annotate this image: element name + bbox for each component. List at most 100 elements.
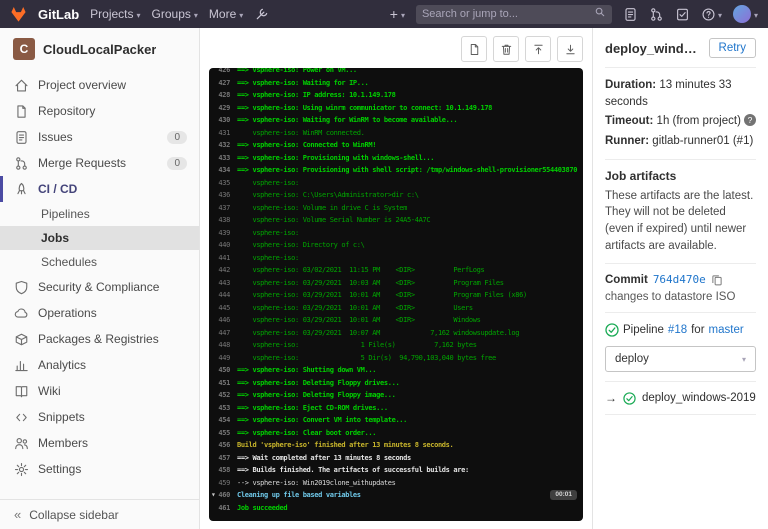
timeout-help-icon[interactable] [744, 114, 756, 126]
line-number-link[interactable]: 455 [209, 427, 237, 440]
home-icon [14, 78, 29, 93]
count-badge: 0 [167, 131, 187, 144]
pipeline-id-link[interactable]: #18 [668, 322, 687, 338]
scroll-bottom-button[interactable] [557, 36, 583, 62]
line-number-link[interactable]: 448 [209, 339, 237, 352]
line-number-link[interactable]: 443 [209, 277, 237, 290]
search-box[interactable] [416, 5, 612, 24]
line-number-link[interactable]: 450 [209, 364, 237, 377]
erase-log-button[interactable] [493, 36, 519, 62]
nav-more-label: More [209, 7, 236, 21]
line-number-link[interactable]: 451 [209, 377, 237, 390]
shield-icon [14, 280, 29, 295]
new-menu-button[interactable] [390, 7, 405, 22]
line-number-link[interactable]: 426 [209, 68, 237, 77]
line-number-link[interactable]: 454 [209, 414, 237, 427]
line-number-link[interactable]: 431 [209, 127, 237, 140]
sidebar-item-merge-requests[interactable]: Merge Requests0 [0, 150, 199, 176]
line-number-link[interactable]: 436 [209, 189, 237, 202]
line-number-link[interactable]: 430 [209, 114, 237, 127]
line-number-link[interactable]: 457 [209, 452, 237, 465]
nav-groups-dropdown[interactable]: Groups [152, 7, 198, 21]
line-number-link[interactable]: 442 [209, 264, 237, 277]
sidebar-item-packages-registries[interactable]: Packages & Registries [0, 326, 199, 352]
job-list-item[interactable]: deploy_windows-2019 [605, 391, 756, 405]
line-number-link[interactable]: 429 [209, 102, 237, 115]
nav-groups-label: Groups [152, 7, 191, 21]
line-number-link[interactable]: 452 [209, 389, 237, 402]
line-number-link[interactable]: 453 [209, 402, 237, 415]
stage-dropdown[interactable]: deploy [605, 346, 756, 372]
log-line: 434==> vsphere-iso: Provisioning with sh… [209, 164, 583, 177]
line-number-link[interactable]: 433 [209, 152, 237, 165]
user-menu[interactable] [733, 5, 758, 23]
log-text: ==> vsphere-iso: Connected to WinRM! [237, 139, 583, 152]
line-number-link[interactable]: 445 [209, 302, 237, 315]
trash-icon [500, 43, 513, 56]
timeout-value: 1h (from project) [657, 115, 741, 127]
sidebar-item-security-compliance[interactable]: Security & Compliance [0, 274, 199, 300]
line-number-link[interactable]: 456 [209, 439, 237, 452]
line-number-link[interactable]: 440 [209, 239, 237, 252]
doc-icon [468, 43, 481, 56]
sidebar-item-issues[interactable]: Issues0 [0, 124, 199, 150]
retry-button[interactable]: Retry [709, 38, 756, 58]
help-icon[interactable] [701, 5, 722, 23]
nav-projects-dropdown[interactable]: Projects [90, 7, 140, 21]
sidebar-item-wiki[interactable]: Wiki [0, 378, 199, 404]
chevron-down-icon[interactable] [211, 489, 215, 502]
log-section-header[interactable]: 460Cleaning up file based variables00:01 [209, 489, 583, 502]
sidebar-item-settings[interactable]: Settings [0, 456, 199, 482]
line-number-link[interactable]: 441 [209, 252, 237, 265]
sidebar-item-project-overview[interactable]: Project overview [0, 72, 199, 98]
job-status-passed-icon [623, 392, 636, 405]
line-number-link[interactable]: 460 [209, 489, 237, 502]
search-input[interactable] [422, 8, 594, 20]
line-number-link[interactable]: 435 [209, 177, 237, 190]
sidebar-item-repository[interactable]: Repository [0, 98, 199, 124]
line-number-link[interactable]: 444 [209, 289, 237, 302]
line-number-link[interactable]: 461 [209, 502, 237, 515]
nav-more-dropdown[interactable]: More [209, 7, 243, 21]
project-header[interactable]: C CloudLocalPacker [0, 28, 199, 69]
line-number-link[interactable]: 438 [209, 214, 237, 227]
sidebar-item-analytics[interactable]: Analytics [0, 352, 199, 378]
log-text: ==> vsphere-iso: IP address: 10.1.149.17… [237, 89, 583, 102]
collapse-sidebar-button[interactable]: Collapse sidebar [0, 499, 199, 529]
line-number-link[interactable]: 432 [209, 139, 237, 152]
line-number-link[interactable]: 459 [209, 477, 237, 490]
sidebar-item-members[interactable]: Members [0, 430, 199, 456]
line-number-link[interactable]: 449 [209, 352, 237, 365]
sidebar-subitem-pipelines[interactable]: Pipelines [0, 202, 199, 226]
commit-hash-link[interactable]: 764d470e [653, 273, 706, 286]
log-text: ==> vsphere-iso: Eject CD-ROM drives... [237, 402, 583, 415]
issues-icon[interactable] [623, 7, 638, 22]
commit-row: Commit 764d470e [605, 273, 756, 286]
chevron-down-icon [194, 7, 198, 21]
sidebar-item-operations[interactable]: Operations [0, 300, 199, 326]
pipeline-ref-link[interactable]: master [709, 322, 744, 338]
line-number-link[interactable]: 446 [209, 314, 237, 327]
line-number-link[interactable]: 458 [209, 464, 237, 477]
admin-wrench-icon[interactable] [254, 7, 269, 22]
line-number-link[interactable]: 447 [209, 327, 237, 340]
brand-name[interactable]: GitLab [38, 7, 79, 22]
duration-row: Duration: 13 minutes 33 seconds [605, 77, 756, 110]
todos-icon[interactable] [675, 7, 690, 22]
copy-commit-icon[interactable] [711, 274, 723, 286]
line-number-link[interactable]: 434 [209, 164, 237, 177]
count-badge: 0 [167, 157, 187, 170]
sidebar-item-snippets[interactable]: Snippets [0, 404, 199, 430]
line-number-link[interactable]: 427 [209, 77, 237, 90]
sidebar-subitem-schedules[interactable]: Schedules [0, 250, 199, 274]
log-text: --> vsphere-iso: Win2019clone_withupdate… [237, 477, 583, 490]
sidebar-subitem-jobs[interactable]: Jobs [0, 226, 199, 250]
raw-log-button[interactable] [461, 36, 487, 62]
scroll-top-button[interactable] [525, 36, 551, 62]
merge-requests-icon[interactable] [649, 7, 664, 22]
line-number-link[interactable]: 437 [209, 202, 237, 215]
line-number-link[interactable]: 428 [209, 89, 237, 102]
sidebar-item-ci-cd[interactable]: CI / CD [0, 176, 199, 202]
gitlab-logo-icon[interactable] [10, 6, 27, 23]
line-number-link[interactable]: 439 [209, 227, 237, 240]
